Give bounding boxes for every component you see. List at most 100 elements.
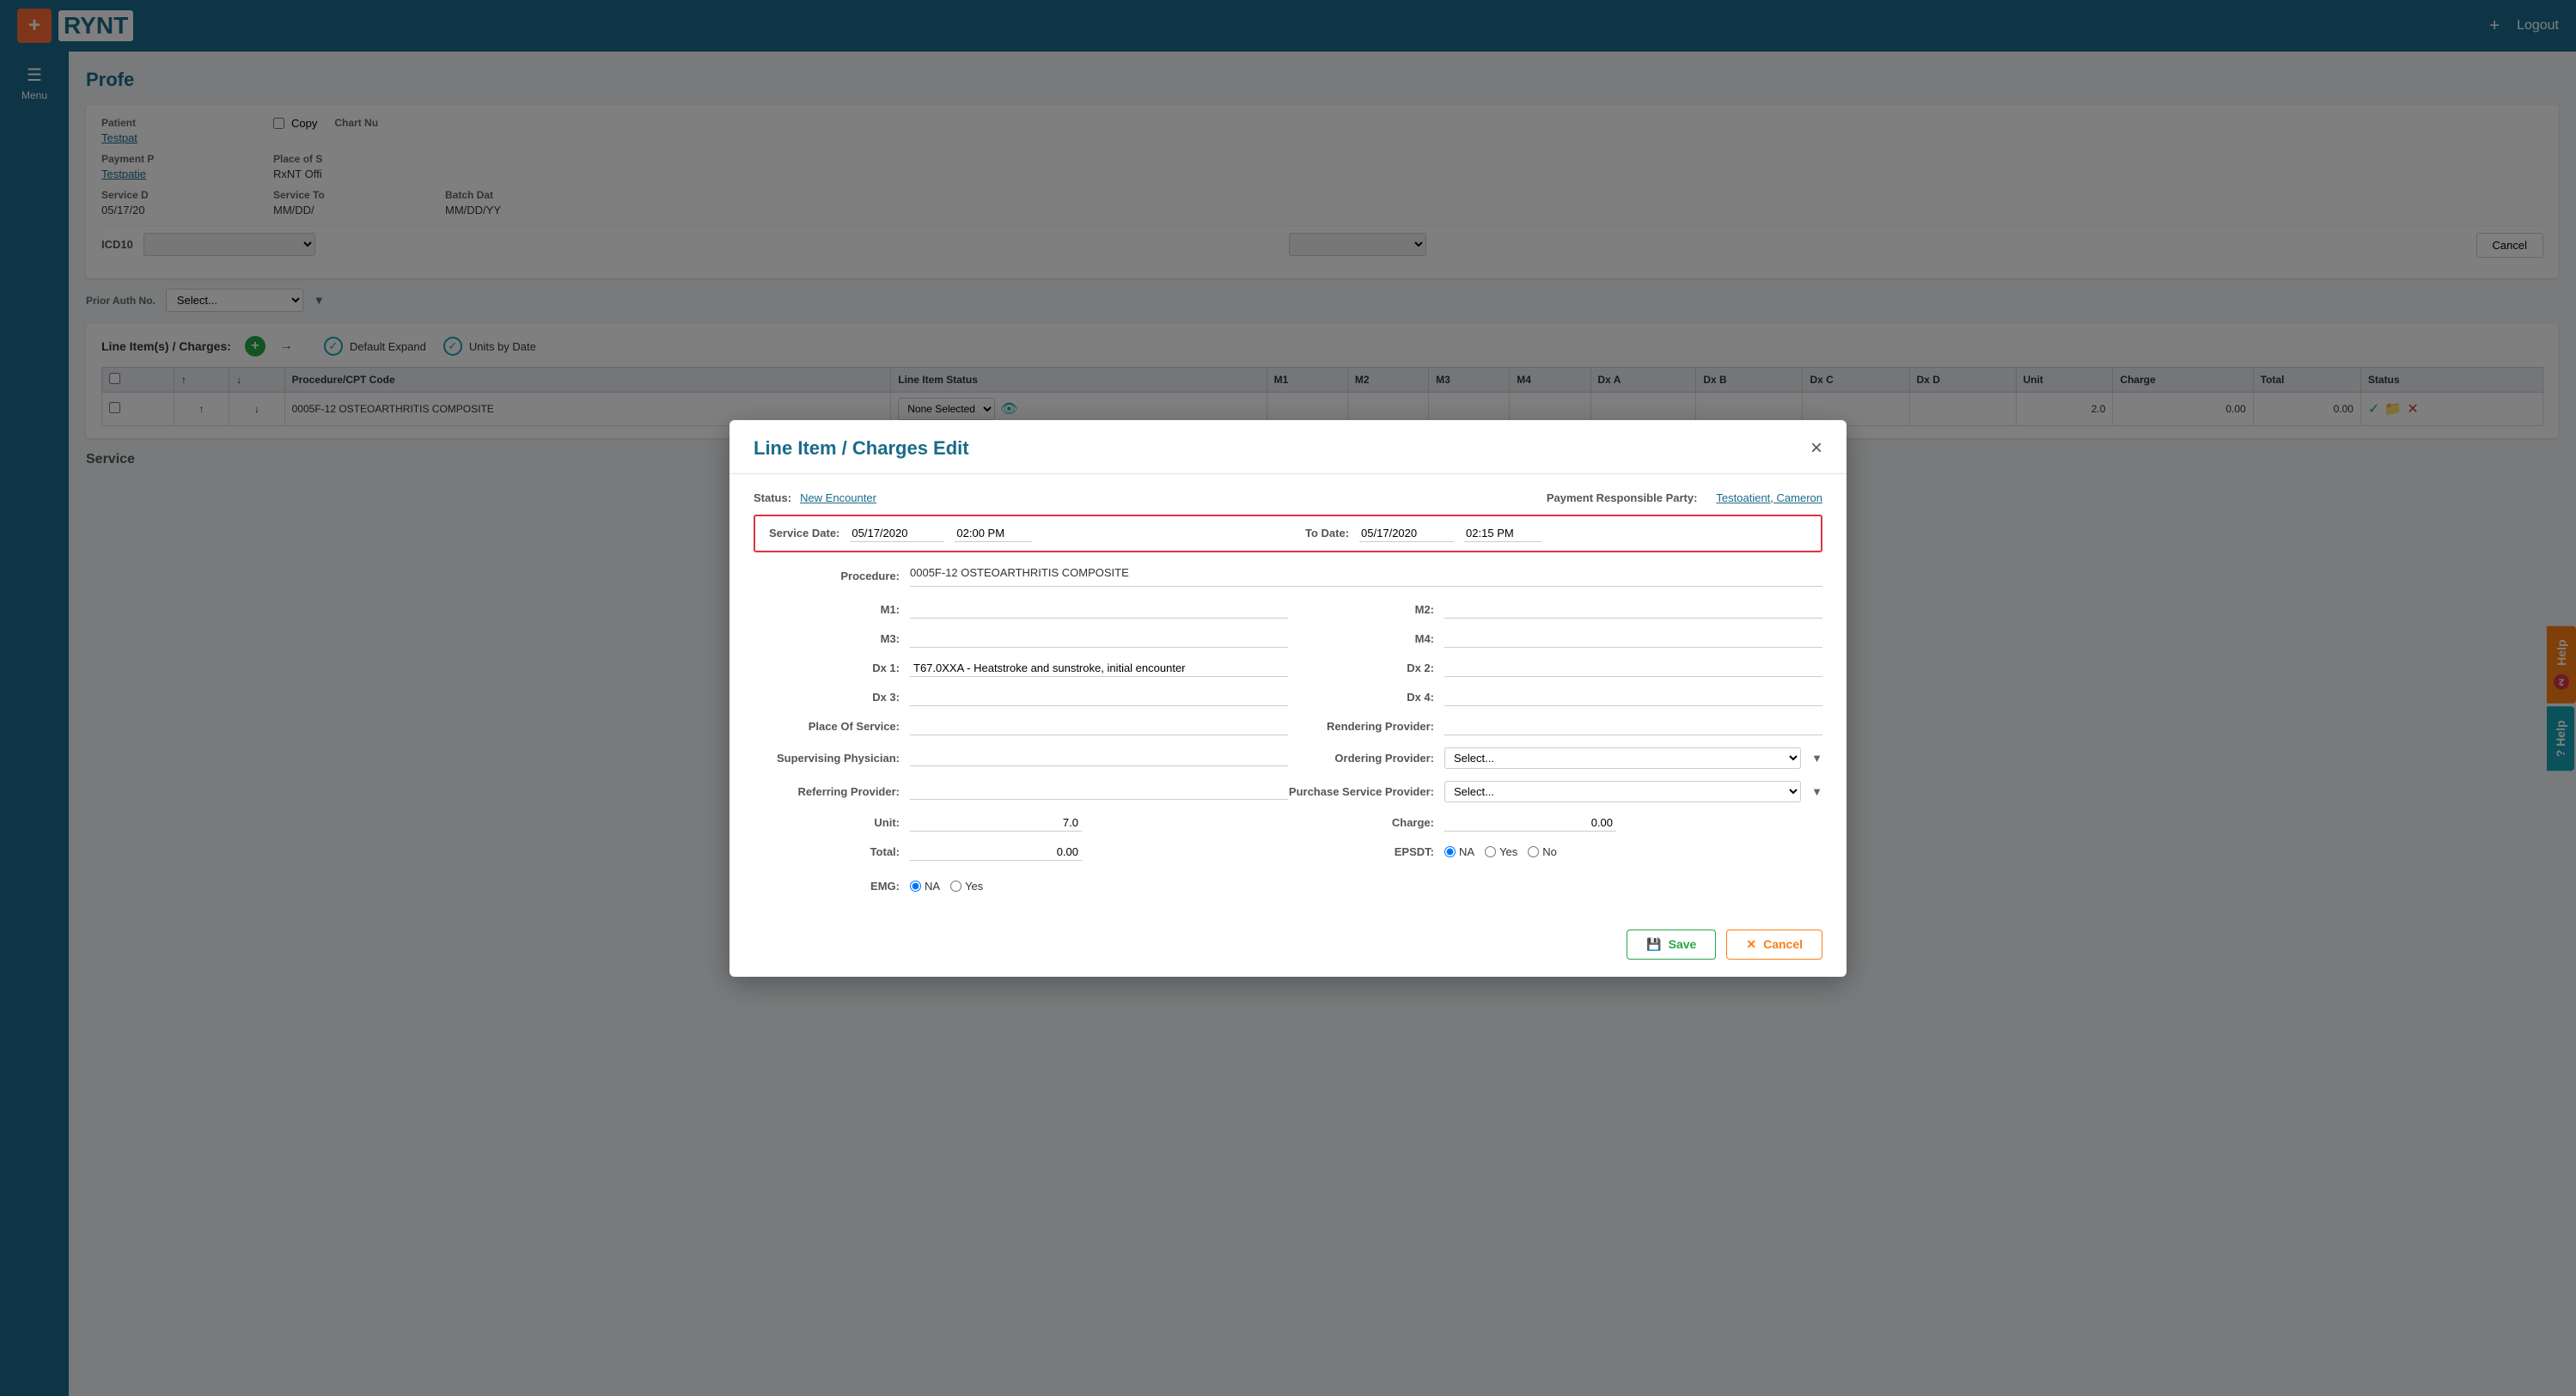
m3-label: M3:: [754, 632, 900, 645]
dx3-row: Dx 3:: [754, 683, 1288, 712]
epsdt-no-radio[interactable]: [1528, 846, 1539, 857]
total-row: Total:: [754, 838, 1288, 867]
epsdt-yes-radio[interactable]: [1485, 846, 1496, 857]
supervising-row: Supervising Physician:: [754, 741, 1288, 775]
ordering-row: Ordering Provider: Select... ▼: [1288, 741, 1822, 775]
dx3-input[interactable]: [910, 689, 1288, 706]
dx1-label: Dx 1:: [754, 661, 900, 674]
purchase-service-select[interactable]: Select...: [1444, 781, 1801, 802]
save-button[interactable]: 💾 Save: [1627, 930, 1716, 960]
ordering-label: Ordering Provider:: [1288, 752, 1434, 765]
dx2-row: Dx 2:: [1288, 654, 1822, 683]
pos-row: Place Of Service:: [754, 712, 1288, 741]
total-epsdt-grid: Total: EPSDT: NA Yes: [754, 838, 1822, 867]
ordering-dropdown-icon: ▼: [1811, 752, 1822, 765]
m4-input[interactable]: [1444, 631, 1822, 648]
emg-yes-label: Yes: [965, 880, 983, 893]
purchase-service-label: Purchase Service Provider:: [1288, 785, 1434, 798]
emg-na-radio[interactable]: [910, 881, 921, 892]
pos-label: Place Of Service:: [754, 720, 900, 733]
epsdt-yes-label: Yes: [1499, 845, 1517, 858]
service-date-box: Service Date: To Date:: [754, 515, 1822, 552]
rendering-label: Rendering Provider:: [1288, 720, 1434, 733]
save-label: Save: [1669, 937, 1697, 951]
emg-na-option: NA: [910, 880, 940, 893]
m2-input[interactable]: [1444, 601, 1822, 619]
dx2-label: Dx 2:: [1288, 661, 1434, 674]
to-date-label: To Date:: [1305, 527, 1349, 540]
dx2-input[interactable]: [1444, 660, 1822, 677]
purchase-service-row: Purchase Service Provider: Select... ▼: [1288, 775, 1822, 808]
modal-overlay: Line Item / Charges Edit × Status: New E…: [0, 0, 2576, 1396]
to-date-time-input[interactable]: [1464, 525, 1541, 542]
dx4-input[interactable]: [1444, 689, 1822, 706]
to-date-item: To Date:: [1305, 525, 1807, 542]
m1-row: M1:: [754, 595, 1288, 625]
status-value[interactable]: New Encounter: [800, 491, 876, 504]
epsdt-row: EPSDT: NA Yes No: [1288, 838, 1822, 867]
charge-input[interactable]: [1444, 814, 1616, 832]
dx1-row: Dx 1:: [754, 654, 1288, 683]
m3-input[interactable]: [910, 631, 1288, 648]
referring-purchase-grid: Referring Provider: Purchase Service Pro…: [754, 775, 1822, 808]
m1-input[interactable]: [910, 601, 1288, 619]
emg-na-label: NA: [925, 880, 940, 893]
service-date-time-input[interactable]: [955, 525, 1032, 542]
modal-footer: 💾 Save ✕ Cancel: [729, 919, 1847, 977]
dx3-label: Dx 3:: [754, 691, 900, 704]
epsdt-na-option: NA: [1444, 845, 1474, 858]
payment-party-item: Payment Responsible Party: Testoatient, …: [1547, 491, 1822, 504]
payment-party-label: Payment Responsible Party:: [1547, 491, 1698, 504]
epsdt-no-option: No: [1528, 845, 1557, 858]
m2-row: M2:: [1288, 595, 1822, 625]
dx-grid: Dx 1: Dx 2: Dx 3: Dx 4:: [754, 654, 1822, 712]
procedure-row: Procedure: 0005F-12 OSTEOARTHRITIS COMPO…: [754, 566, 1822, 587]
unit-charge-grid: Unit: Charge:: [754, 808, 1822, 838]
status-item: Status: New Encounter: [754, 491, 876, 504]
modal-close-button[interactable]: ×: [1810, 438, 1822, 459]
service-date-label: Service Date:: [769, 527, 839, 540]
dx4-row: Dx 4:: [1288, 683, 1822, 712]
epsdt-na-radio[interactable]: [1444, 846, 1456, 857]
purchase-dropdown-icon: ▼: [1811, 785, 1822, 798]
supervising-input[interactable]: [910, 749, 1288, 766]
emg-yes-radio[interactable]: [950, 881, 961, 892]
epsdt-yes-option: Yes: [1485, 845, 1517, 858]
cancel-modal-button[interactable]: ✕ Cancel: [1726, 930, 1822, 960]
epsdt-radio-group: NA Yes No: [1444, 845, 1557, 858]
m3-row: M3:: [754, 625, 1288, 654]
to-date-input[interactable]: [1359, 525, 1454, 542]
rendering-input[interactable]: [1444, 718, 1822, 735]
emg-radio-group: NA Yes: [910, 880, 983, 893]
total-label: Total:: [754, 845, 900, 858]
pos-input[interactable]: [910, 718, 1288, 735]
referring-label: Referring Provider:: [754, 785, 900, 798]
pos-rendering-grid: Place Of Service: Rendering Provider:: [754, 712, 1822, 741]
charge-label: Charge:: [1288, 816, 1434, 829]
m2-label: M2:: [1288, 603, 1434, 616]
cancel-x-icon: ✕: [1746, 937, 1756, 952]
modal: Line Item / Charges Edit × Status: New E…: [729, 420, 1847, 977]
epsdt-no-label: No: [1542, 845, 1557, 858]
charge-row: Charge:: [1288, 808, 1822, 838]
supervising-ordering-grid: Supervising Physician: Ordering Provider…: [754, 741, 1822, 775]
status-label: Status:: [754, 491, 791, 504]
procedure-label: Procedure:: [754, 570, 900, 582]
service-date-item: Service Date:: [769, 525, 1271, 542]
total-input[interactable]: [910, 844, 1082, 861]
m4-row: M4:: [1288, 625, 1822, 654]
modal-body: Status: New Encounter Payment Responsibl…: [729, 474, 1847, 919]
cancel-label: Cancel: [1763, 937, 1803, 951]
payment-party-value[interactable]: Testoatient, Cameron: [1716, 491, 1822, 504]
unit-input[interactable]: [910, 814, 1082, 832]
referring-input[interactable]: [910, 783, 1288, 800]
ordering-select[interactable]: Select...: [1444, 747, 1801, 769]
service-date-input[interactable]: [850, 525, 944, 542]
supervising-label: Supervising Physician:: [754, 752, 900, 765]
dx1-input[interactable]: [910, 660, 1288, 677]
emg-label: EMG:: [754, 880, 900, 893]
emg-yes-option: Yes: [950, 880, 983, 893]
m1-label: M1:: [754, 603, 900, 616]
epsdt-label: EPSDT:: [1288, 845, 1434, 858]
unit-label: Unit:: [754, 816, 900, 829]
